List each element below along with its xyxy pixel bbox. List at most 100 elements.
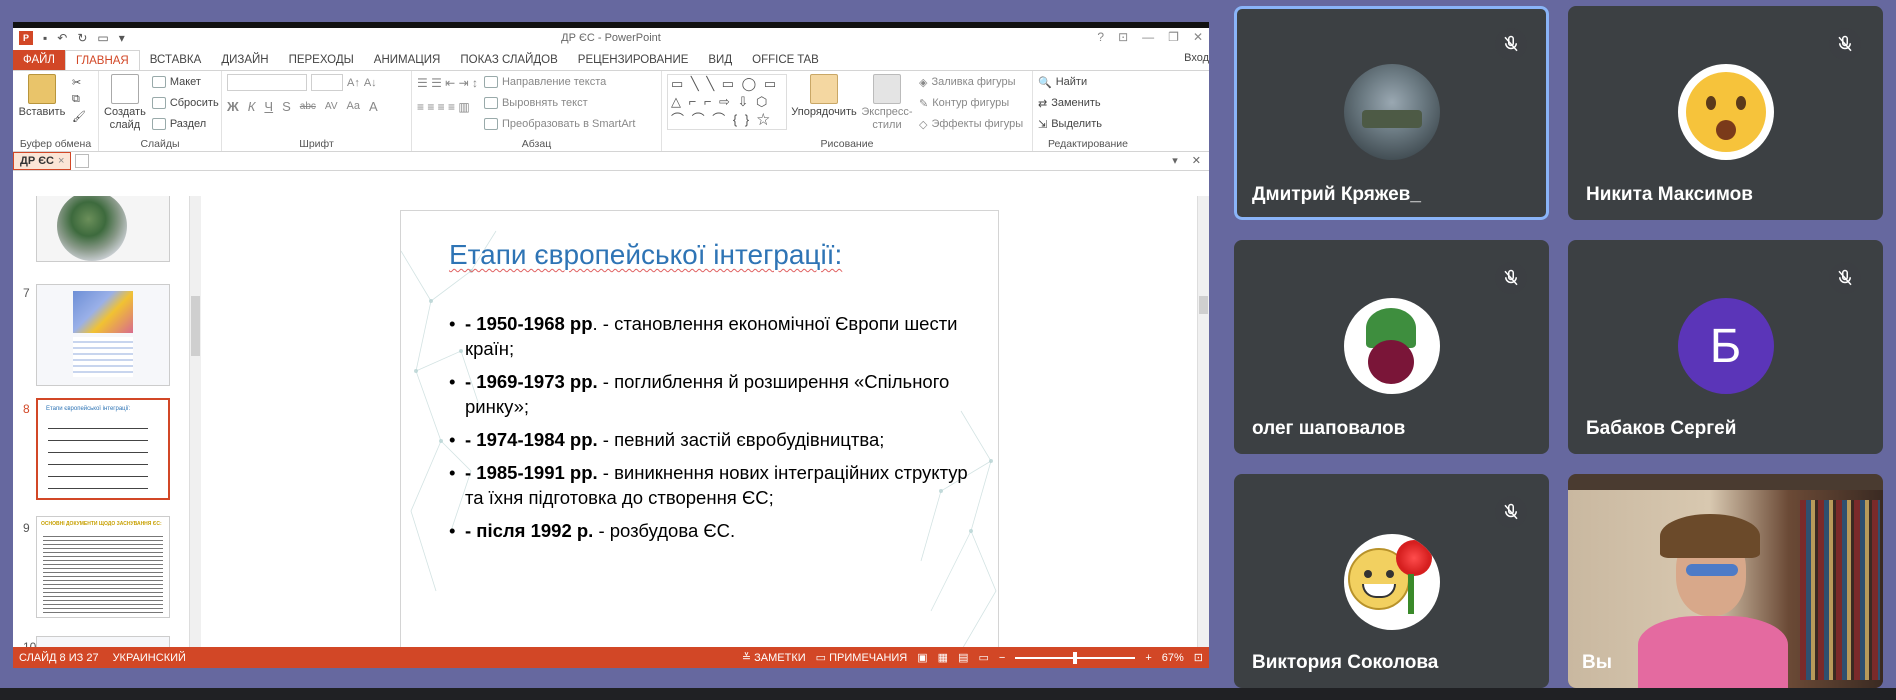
- shadow-button[interactable]: S: [282, 99, 291, 114]
- layout-button[interactable]: Макет: [151, 74, 219, 90]
- font-size-field[interactable]: [311, 74, 343, 91]
- slide-bullet-list[interactable]: - 1950-1968 рр. - становлення економічно…: [449, 311, 979, 551]
- tab-slideshow[interactable]: ПОКАЗ СЛАЙДОВ: [450, 50, 567, 70]
- font-color-button[interactable]: A: [369, 99, 378, 114]
- zoom-in-icon[interactable]: +: [1145, 652, 1151, 664]
- participant-tile[interactable]: Б Бабаков Сергей: [1568, 240, 1883, 454]
- save-icon[interactable]: ▪: [43, 31, 47, 45]
- undo-icon[interactable]: ↶: [57, 31, 67, 45]
- participant-tile[interactable]: олег шаповалов: [1234, 240, 1549, 454]
- bookshelf-image: [1800, 500, 1880, 680]
- tab-office-tab[interactable]: OFFICE TAB: [742, 50, 829, 70]
- cut-icon[interactable]: ✂: [72, 76, 86, 89]
- reset-button[interactable]: Сбросить: [151, 95, 219, 111]
- participant-tile[interactable]: Дмитрий Кряжев_: [1234, 6, 1549, 220]
- select-button[interactable]: ⇲ Выделить: [1038, 116, 1102, 132]
- tab-animations[interactable]: АНИМАЦИЯ: [364, 50, 451, 70]
- thumbnails-scroll-thumb[interactable]: [191, 296, 200, 356]
- slide-number: 9: [23, 521, 30, 535]
- self-video-tile[interactable]: Вы: [1568, 474, 1883, 688]
- drawing-group: ▭ ╲ ╲ ▭ ◯ ▭ △ ⌐ ⌐ ⇨ ⇩ ⬡ ⌒ ⌒ ⌒ { } ☆ Упоряд…: [662, 71, 1033, 151]
- tab-review[interactable]: РЕЦЕНЗИРОВАНИЕ: [568, 50, 699, 70]
- section-button[interactable]: Раздел: [151, 116, 219, 132]
- align-text-button[interactable]: Выровнять текст: [483, 95, 635, 111]
- slideshow-view-icon[interactable]: ▭: [978, 651, 988, 664]
- zoom-slider[interactable]: [1015, 651, 1136, 664]
- quick-styles-button[interactable]: Экспресс-стили: [861, 74, 913, 137]
- copy-icon[interactable]: ⧉: [72, 93, 86, 106]
- notes-button[interactable]: ≚ ЗАМЕТКИ: [742, 651, 806, 664]
- bullets-icon[interactable]: ☰ ☰ ⇤ ⇥ ↕: [417, 76, 478, 90]
- tab-file[interactable]: ФАЙЛ: [13, 50, 65, 70]
- slide-scroll-thumb[interactable]: [1199, 296, 1208, 314]
- paste-button[interactable]: Вставить: [18, 74, 66, 137]
- bullet-item: - 1969-1973 рр. - поглиблення й розширен…: [449, 369, 979, 419]
- shape-outline-button[interactable]: ✎ Контур фигуры: [919, 95, 1023, 111]
- zoom-out-icon[interactable]: −: [999, 652, 1005, 664]
- current-slide[interactable]: Етапи європейської інтеграції: - 1950-19…: [400, 210, 999, 662]
- slide-thumbnail-7[interactable]: [36, 284, 170, 386]
- grow-font-icon[interactable]: A↑: [347, 77, 360, 89]
- italic-button[interactable]: К: [248, 99, 256, 114]
- tab-home[interactable]: ГЛАВНАЯ: [64, 50, 140, 70]
- reading-view-icon[interactable]: ▤: [958, 651, 968, 664]
- font-name-field[interactable]: [227, 74, 307, 91]
- language-indicator[interactable]: УКРАИНСКИЙ: [113, 652, 186, 664]
- restore-icon[interactable]: ❐: [1168, 30, 1179, 44]
- doc-tab-dr-es[interactable]: ДР ЄС ×: [13, 152, 72, 170]
- slideshow-icon[interactable]: ▭: [97, 31, 108, 45]
- thumbnail-text: [43, 533, 163, 613]
- slide-thumbnail-9[interactable]: ОСНОВНІ ДОКУМЕНТИ ЩОДО ЗАСНУВАННЯ ЄС:: [36, 516, 170, 618]
- fit-to-window-icon[interactable]: ⊡: [1194, 651, 1203, 664]
- new-doc-tab-button[interactable]: [75, 154, 90, 168]
- shape-fill-button[interactable]: ◈ Заливка фигуры: [919, 74, 1023, 90]
- close-icon[interactable]: ✕: [1193, 30, 1203, 44]
- doc-tab-close-all-icon[interactable]: ✕: [1192, 154, 1201, 167]
- ribbon-display-icon[interactable]: ⊡: [1118, 30, 1128, 44]
- mic-off-icon: [1829, 28, 1861, 60]
- customize-qat-icon[interactable]: ▾: [119, 31, 125, 45]
- spacing-button[interactable]: AV: [325, 101, 338, 112]
- eu-map-image: [73, 291, 133, 333]
- help-icon[interactable]: ?: [1097, 30, 1104, 44]
- participant-tile[interactable]: Никита Максимов: [1568, 6, 1883, 220]
- replace-button[interactable]: ⇄ Заменить: [1038, 95, 1102, 111]
- find-button[interactable]: 🔍 Найти: [1038, 74, 1102, 90]
- flower-stem: [1407, 574, 1414, 614]
- tab-transitions[interactable]: ПЕРЕХОДЫ: [279, 50, 364, 70]
- participant-tile[interactable]: Виктория Соколова: [1234, 474, 1549, 688]
- smartart-button[interactable]: Преобразовать в SmartArt: [483, 116, 635, 132]
- tab-view[interactable]: ВИД: [698, 50, 742, 70]
- shape-effects-button[interactable]: ◇ Эффекты фигуры: [919, 116, 1023, 132]
- slide-sorter-icon[interactable]: ▦: [938, 651, 948, 664]
- arrange-button[interactable]: Упорядочить: [791, 74, 857, 137]
- strikethrough-button[interactable]: abc: [300, 101, 316, 112]
- tab-insert[interactable]: ВСТАВКА: [140, 50, 212, 70]
- redo-icon[interactable]: ↻: [77, 31, 87, 45]
- shrink-font-icon[interactable]: A↓: [364, 77, 377, 89]
- text-direction-icon: [483, 76, 498, 88]
- slide-thumbnail-8[interactable]: Етапи європейської інтеграції:: [36, 398, 170, 500]
- slide-thumbnails-pane[interactable]: 7 8 Етапи європейської інтеграції: 9 ОСН…: [13, 196, 203, 652]
- tab-design[interactable]: ДИЗАЙН: [211, 50, 278, 70]
- slide-scrollbar[interactable]: [1197, 196, 1209, 652]
- text-direction-button[interactable]: Направление текста: [483, 74, 635, 90]
- doc-tab-menu-icon[interactable]: ▾: [1172, 154, 1178, 167]
- normal-view-icon[interactable]: ▣: [917, 651, 927, 664]
- new-slide-button[interactable]: Создать слайд: [104, 74, 146, 137]
- slide-thumbnail-6[interactable]: [36, 196, 170, 262]
- shapes-gallery[interactable]: ▭ ╲ ╲ ▭ ◯ ▭ △ ⌐ ⌐ ⇨ ⇩ ⬡ ⌒ ⌒ ⌒ { } ☆: [667, 74, 787, 130]
- login-link[interactable]: Вход: [1184, 52, 1209, 64]
- underline-button[interactable]: Ч: [264, 99, 273, 114]
- slide-title[interactable]: Етапи європейської інтеграції:: [449, 239, 842, 271]
- thumbnails-scrollbar[interactable]: [189, 196, 201, 652]
- comments-button[interactable]: ▭ ПРИМЕЧАНИЯ: [816, 651, 908, 664]
- doc-tab-close-icon[interactable]: ×: [58, 155, 64, 167]
- bold-button[interactable]: Ж: [227, 99, 239, 114]
- zoom-level[interactable]: 67%: [1162, 652, 1184, 664]
- minimize-icon[interactable]: —: [1142, 30, 1154, 44]
- select-icon: ⇲: [1038, 118, 1048, 131]
- change-case-button[interactable]: Aa: [347, 100, 360, 112]
- align-icons[interactable]: ≡ ≡ ≡ ≡ ▥: [417, 100, 478, 114]
- format-painter-icon[interactable]: 🖌: [72, 110, 86, 123]
